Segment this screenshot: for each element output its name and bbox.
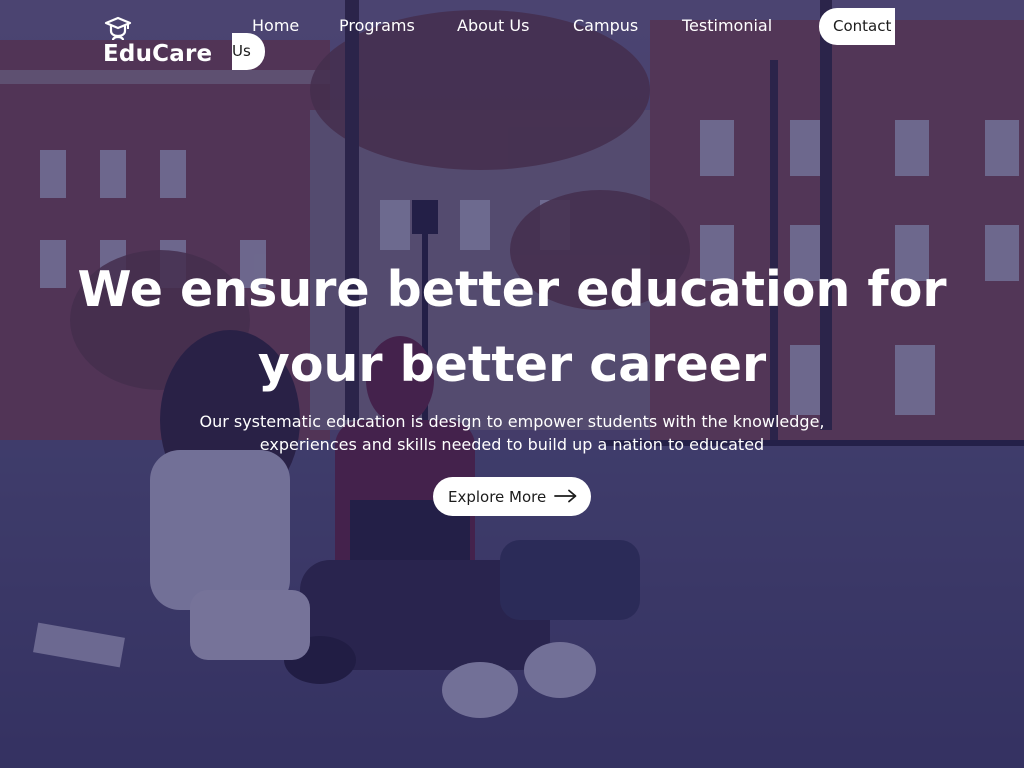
hero-headline-line2: your better career [257,336,767,393]
hero-subtext: Our systematic education is design to em… [192,410,832,456]
hero-subtext-line2: experiences and skills needed to build u… [259,435,765,454]
explore-more-button[interactable]: Explore More [433,477,591,516]
hero-headline: We ensure better education for your bett… [0,252,1024,402]
contact-us-label-line2: Us [232,33,265,70]
contact-us-label-line1: Contact [819,8,895,45]
contact-us-button[interactable]: Contact Us [232,8,895,70]
arrow-right-icon [554,489,578,503]
hero-subtext-line1: Our systematic education is design to em… [199,412,825,431]
explore-more-label: Explore More [448,487,547,506]
hero-headline-line1: We ensure better education for [77,261,947,318]
brand-name: EduCare [103,41,213,67]
hero-section: EduCare Home Programs About Us Campus Te… [0,0,1024,768]
graduation-cap-icon [104,16,132,42]
